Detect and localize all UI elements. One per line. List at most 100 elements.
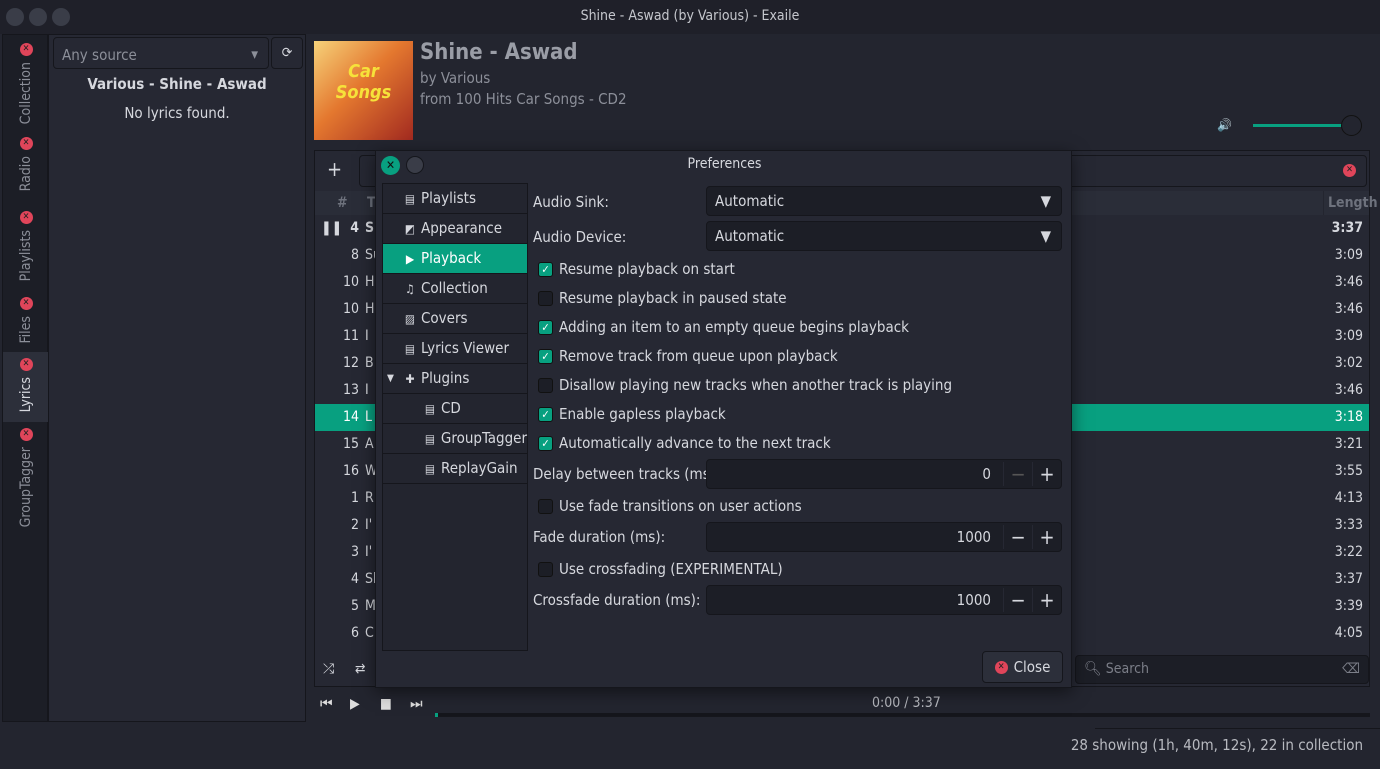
audio-sink-value: Automatic bbox=[715, 192, 785, 210]
puzzle-icon: ✚ bbox=[405, 371, 415, 386]
track-title: I' bbox=[365, 517, 373, 533]
volume-icon[interactable]: 🔊 bbox=[1217, 118, 1232, 132]
track-length: 4:13 bbox=[1334, 490, 1363, 506]
lyrics-source-select[interactable]: Any source ▾ bbox=[53, 37, 269, 69]
tab-lyrics[interactable]: ✕ Lyrics bbox=[3, 352, 49, 422]
volume-handle[interactable] bbox=[1341, 115, 1362, 136]
checkbox[interactable] bbox=[538, 290, 553, 306]
nav-item-replaygain[interactable]: ▤ ReplayGain bbox=[383, 454, 527, 484]
playback-option[interactable]: ✓ Remove track from queue upon playback bbox=[538, 347, 838, 365]
crossfade-option[interactable]: Use crossfading (EXPERIMENTAL) bbox=[538, 560, 783, 578]
checkbox[interactable] bbox=[538, 377, 553, 393]
decrement-button[interactable]: − bbox=[1003, 588, 1032, 612]
increment-button[interactable]: + bbox=[1032, 588, 1061, 612]
fade-value[interactable]: 1000 bbox=[957, 528, 1003, 546]
nav-item-appearance[interactable]: ◩ Appearance bbox=[383, 214, 527, 244]
album-cover[interactable]: Car Songs bbox=[314, 41, 413, 140]
title-bar: Shine - Aswad (by Various) - Exaile bbox=[0, 0, 1380, 34]
close-icon[interactable]: ✕ bbox=[19, 297, 33, 310]
refresh-button[interactable]: ⟳ bbox=[271, 37, 303, 69]
playback-option[interactable]: Resume playback in paused state bbox=[538, 289, 787, 307]
track-title: R bbox=[365, 490, 374, 506]
checkbox[interactable]: ✓ bbox=[538, 261, 553, 277]
search-input[interactable]: 🔍︎ Search ⌫ bbox=[1075, 655, 1369, 684]
decrement-button[interactable]: − bbox=[1003, 525, 1032, 549]
increment-button[interactable]: + bbox=[1032, 462, 1061, 486]
repeat-icon[interactable]: ⇄ bbox=[355, 661, 366, 677]
crossfade-value[interactable]: 1000 bbox=[957, 591, 1003, 609]
playback-option[interactable]: ✓ Automatically advance to the next track bbox=[538, 434, 831, 452]
track-number: 12 bbox=[342, 355, 359, 371]
playback-option[interactable]: ✓ Resume playback on start bbox=[538, 260, 735, 278]
lyrics-heading: Various - Shine - Aswad bbox=[87, 75, 267, 93]
checkbox[interactable] bbox=[538, 498, 553, 514]
track-length: 3:09 bbox=[1334, 247, 1363, 263]
checkbox[interactable]: ✓ bbox=[538, 348, 553, 364]
close-icon[interactable]: ✕ bbox=[19, 43, 33, 56]
checkbox[interactable]: ✓ bbox=[538, 435, 553, 451]
tab-radio[interactable]: ✕ Radio bbox=[3, 137, 49, 207]
nav-label: Covers bbox=[421, 309, 468, 327]
stop-button[interactable]: ■ bbox=[380, 696, 392, 712]
previous-button[interactable]: ⏮ bbox=[320, 696, 333, 712]
nav-item-playback[interactable]: ▶ Playback bbox=[383, 244, 527, 274]
clear-search-icon[interactable]: ⌫ bbox=[1342, 656, 1360, 683]
playback-option[interactable]: ✓ Adding an item to an empty queue begins… bbox=[538, 318, 909, 336]
fade-spinner[interactable]: 1000− + bbox=[706, 522, 1062, 552]
next-button[interactable]: ⏭ bbox=[410, 696, 423, 712]
option-label: Use crossfading (EXPERIMENTAL) bbox=[559, 560, 783, 578]
tab-playlists[interactable]: ✕ Playlists bbox=[3, 211, 49, 296]
seek-bar[interactable] bbox=[435, 713, 1370, 717]
pause-icon: ❚❚ bbox=[321, 220, 343, 236]
nav-item-playlists[interactable]: ▤ Playlists bbox=[383, 184, 527, 214]
appearance-icon: ◩ bbox=[404, 221, 416, 236]
play-icon: ▶ bbox=[405, 251, 415, 266]
track-number: 14 bbox=[342, 409, 359, 425]
fade-option[interactable]: Use fade transitions on user actions bbox=[538, 497, 802, 515]
add-playlist-button[interactable]: + bbox=[327, 157, 342, 181]
close-label: Close bbox=[1013, 658, 1051, 676]
source-value: Any source bbox=[62, 46, 137, 64]
nav-item-covers[interactable]: ▨ Covers bbox=[383, 304, 527, 334]
expander-icon[interactable]: ▼ bbox=[387, 364, 394, 393]
delay-value[interactable]: 0 bbox=[982, 465, 1003, 483]
nav-item-collection[interactable]: ♫ Collection bbox=[383, 274, 527, 304]
option-label: Disallow playing new tracks when another… bbox=[559, 376, 953, 394]
tab-files[interactable]: ✕ Files bbox=[3, 297, 49, 352]
delay-spinner[interactable]: 0− + bbox=[706, 459, 1062, 489]
nav-item-lyrics-viewer[interactable]: ▤ Lyrics Viewer bbox=[383, 334, 527, 364]
close-tab-icon[interactable]: ✕ bbox=[1343, 164, 1356, 177]
nav-label: Playback bbox=[421, 249, 482, 267]
search-icon: 🔍︎ bbox=[1084, 661, 1102, 677]
checkbox[interactable]: ✓ bbox=[538, 319, 553, 335]
audio-sink-select[interactable]: Automatic ▼ bbox=[706, 186, 1062, 216]
tab-grouptagger[interactable]: ✕ GroupTagger bbox=[3, 428, 49, 538]
increment-button[interactable]: + bbox=[1032, 525, 1061, 549]
checkbox[interactable]: ✓ bbox=[538, 406, 553, 422]
nav-item-grouptagger[interactable]: ▤ GroupTagger bbox=[383, 424, 527, 454]
column-length[interactable]: Length bbox=[1323, 191, 1378, 215]
playback-option[interactable]: Disallow playing new tracks when another… bbox=[538, 376, 952, 394]
track-length: 3:37 bbox=[1334, 571, 1363, 587]
close-icon[interactable]: ✕ bbox=[19, 358, 33, 371]
close-icon[interactable]: ✕ bbox=[19, 428, 33, 441]
nav-label: Lyrics Viewer bbox=[421, 339, 509, 357]
track-length: 3:46 bbox=[1334, 382, 1363, 398]
lyrics-panel: Any source ▾ ⟳ Various - Shine - Aswad No… bbox=[48, 34, 306, 722]
column-num[interactable]: # bbox=[337, 191, 348, 215]
playback-option[interactable]: ✓ Enable gapless playback bbox=[538, 405, 726, 423]
tab-collection[interactable]: ✕ Collection bbox=[3, 43, 49, 133]
audio-device-select[interactable]: Automatic ▼ bbox=[706, 221, 1062, 251]
close-icon[interactable]: ✕ bbox=[19, 211, 33, 224]
nav-item-cd[interactable]: ▤ CD bbox=[383, 394, 527, 424]
volume-slider[interactable] bbox=[1253, 124, 1351, 127]
play-button[interactable]: ▶ bbox=[350, 696, 360, 712]
close-icon[interactable]: ✕ bbox=[19, 137, 33, 150]
decrement-button[interactable]: − bbox=[1003, 462, 1032, 486]
crossfade-spinner[interactable]: 1000− + bbox=[706, 585, 1062, 615]
nav-item-plugins[interactable]: ▼ ✚ Plugins bbox=[383, 364, 527, 394]
shuffle-icon[interactable]: ⤮ bbox=[323, 661, 334, 677]
checkbox[interactable] bbox=[538, 561, 553, 577]
close-button[interactable]: ✕ Close bbox=[982, 651, 1063, 683]
window-title: Shine - Aswad (by Various) - Exaile bbox=[580, 8, 800, 24]
